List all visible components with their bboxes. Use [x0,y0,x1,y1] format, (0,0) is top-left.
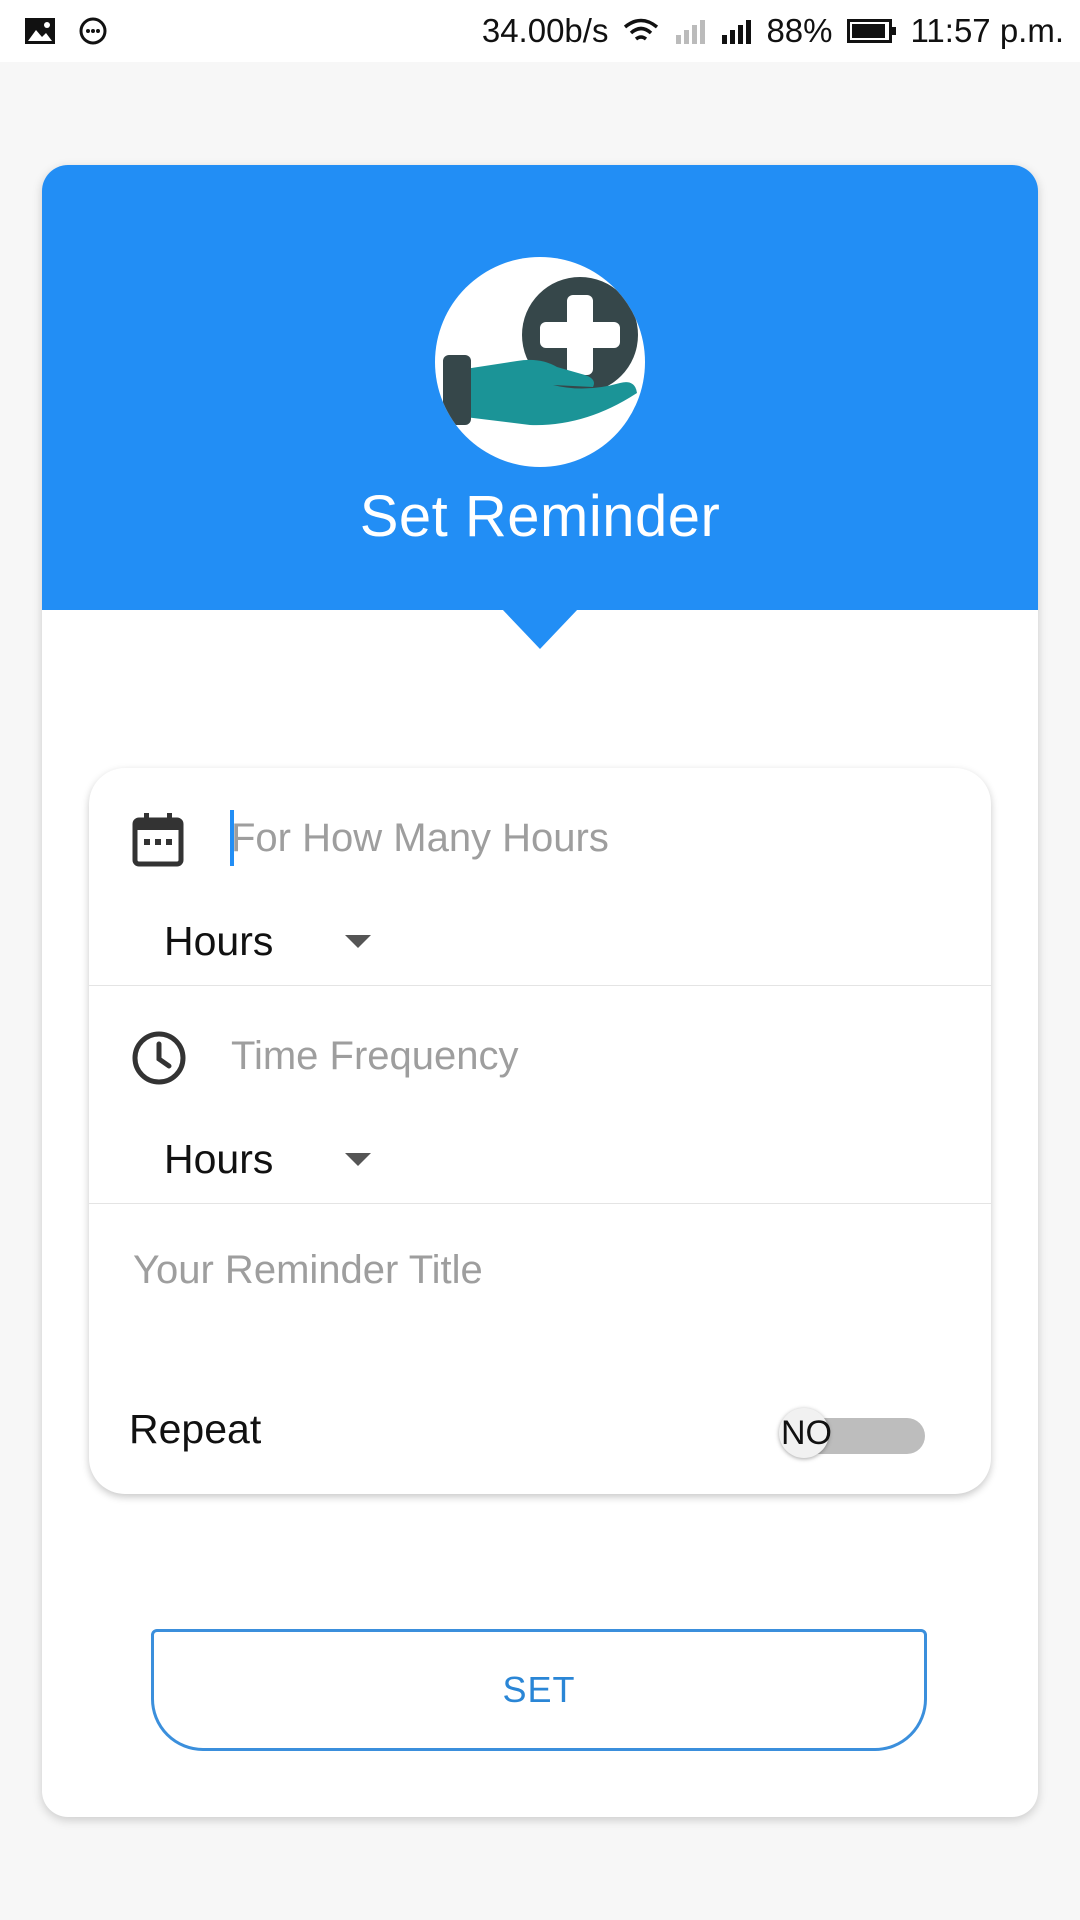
divider [89,1203,991,1204]
chevron-down-icon [345,1153,372,1166]
battery-percent: 88% [766,12,833,49]
frequency-input[interactable]: Time Frequency [231,1034,519,1079]
calendar-icon [131,812,185,868]
signal-icon-secondary [674,17,706,45]
clock-time: 11:57 p.m. [910,12,1064,49]
chat-icon [78,16,108,46]
toggle-state-text: NO [781,1414,832,1452]
page-title: Set Reminder [359,484,721,549]
duration-unit-dropdown[interactable]: Hours [164,918,372,965]
signal-icon [720,17,752,45]
divider [89,985,991,986]
hand-medical-cross-icon [435,257,645,467]
battery-icon [846,17,897,45]
card-header: Set Reminder [42,165,1038,610]
wifi-icon [622,17,660,45]
hours-input[interactable]: For How Many Hours [231,816,609,861]
chevron-down-icon [345,935,372,948]
frequency-unit-dropdown[interactable]: Hours [164,1136,372,1183]
network-speed: 34.00b/s [481,12,609,49]
clock-icon [131,1030,187,1086]
image-icon [24,17,56,45]
reminder-title-input[interactable]: Your Reminder Title [133,1248,483,1293]
header-pointer [502,609,578,649]
duration-unit-value: Hours [164,918,274,964]
repeat-toggle[interactable]: NO [779,1408,925,1460]
frequency-unit-value: Hours [164,1136,274,1182]
status-bar: 34.00b/s 88% 11:57 p.m. [0,0,1080,62]
set-button[interactable]: SET [151,1629,927,1751]
repeat-label: Repeat [129,1406,262,1452]
reminder-form: For How Many Hours Hours Time Frequency … [89,768,991,1494]
